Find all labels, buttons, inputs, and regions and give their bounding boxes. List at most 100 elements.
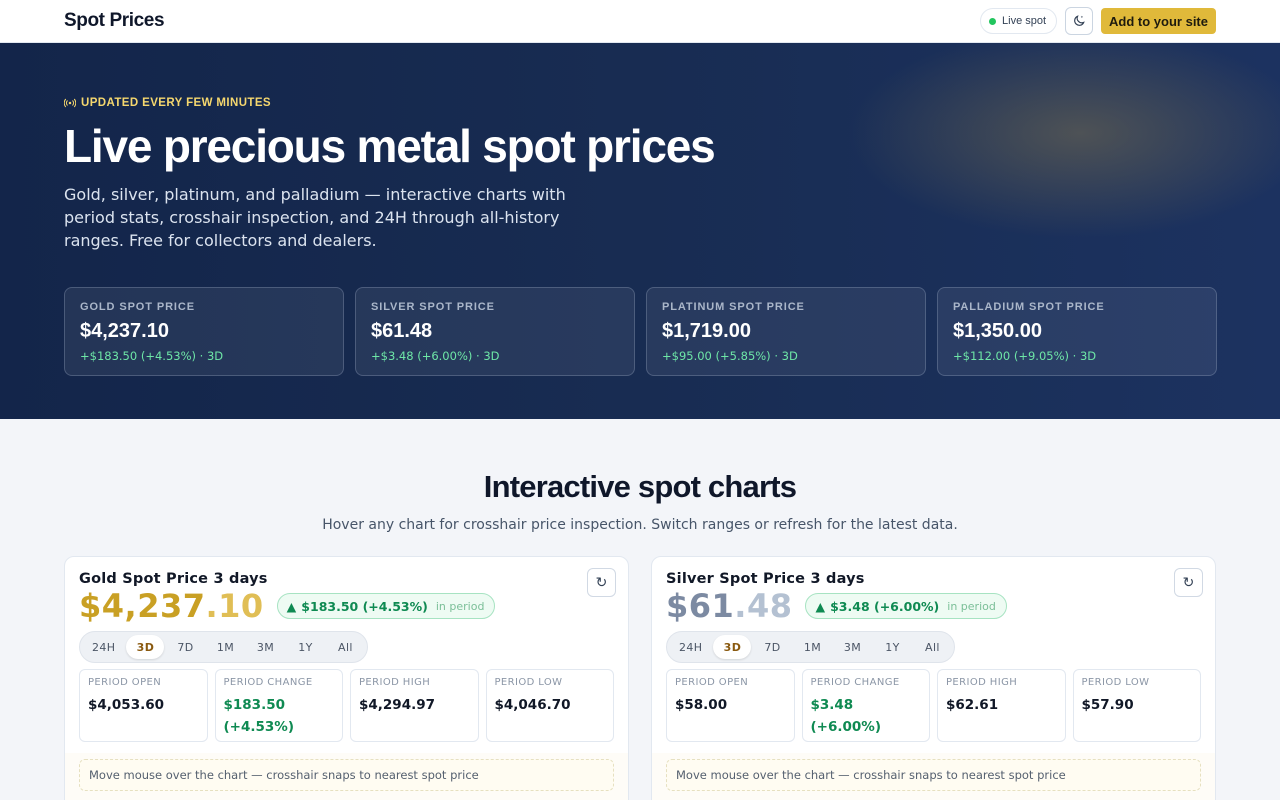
metal-summary-row: GOLD SPOT PRICE $4,237.10 +$183.50 (+4.5…: [64, 287, 1217, 376]
brand-logo[interactable]: Spot Prices: [64, 10, 165, 32]
range-tab-1m[interactable]: 1M: [206, 635, 244, 659]
range-tab-24h[interactable]: 24H: [670, 635, 711, 659]
stat-label: PERIOD LOW: [494, 677, 563, 688]
current-price: $4,237.10: [79, 587, 264, 625]
current-price: $61.48: [666, 587, 792, 625]
change-value: $183.50 (+4.53%): [301, 598, 428, 614]
stat-value: $4,294.97: [359, 697, 436, 713]
price-decimal: .48: [734, 587, 793, 625]
price-row: $61.48 ▲ $3.48 (+6.00%) in period: [666, 587, 1201, 625]
metal-price: $4,237.10: [80, 320, 169, 342]
range-tab-24h[interactable]: 24H: [83, 635, 124, 659]
metal-price: $61.48: [371, 320, 433, 342]
stat-label: PERIOD CHANGE: [810, 677, 900, 688]
stat-value: $58.00: [675, 697, 728, 713]
stat-label: PERIOD LOW: [1081, 677, 1150, 688]
metal-label: GOLD SPOT PRICE: [80, 301, 195, 313]
crosshair-hint: Move mouse over the chart — crosshair sn…: [666, 759, 1201, 791]
period-change-badge: ▲ $3.48 (+6.00%) in period: [805, 593, 1007, 619]
range-tabs: 24H 3D 7D 1M 3M 1Y All: [79, 631, 369, 663]
metal-label: SILVER SPOT PRICE: [371, 301, 495, 313]
eyebrow: UPDATED EVERY FEW MINUTES: [64, 97, 1216, 109]
section-title: Interactive spot charts: [483, 469, 797, 504]
metal-change: +$183.50 (+4.53%) · 3D: [80, 349, 224, 363]
stat-value-percent: (+6.00%): [810, 719, 882, 735]
metal-change: +$95.00 (+5.85%) · 3D: [662, 349, 798, 363]
metal-card-gold[interactable]: GOLD SPOT PRICE $4,237.10 +$183.50 (+4.5…: [64, 287, 344, 376]
stat-value: $4,046.70: [494, 697, 571, 713]
metal-card-palladium[interactable]: PALLADIUM SPOT PRICE $1,350.00 +$112.00 …: [937, 287, 1217, 376]
stat-value: $62.61: [946, 697, 999, 713]
hero-section: UPDATED EVERY FEW MINUTES Live precious …: [0, 43, 1280, 419]
range-tab-all[interactable]: All: [913, 635, 951, 659]
stat-value: $3.48 (+6.00%): [811, 694, 922, 738]
change-suffix: in period: [435, 599, 485, 613]
metal-price: $1,350.00: [953, 320, 1042, 342]
range-tab-1y[interactable]: 1Y: [286, 635, 324, 659]
metal-card-silver[interactable]: SILVER SPOT PRICE $61.48 +$3.48 (+6.00%)…: [355, 287, 635, 376]
stat-label: PERIOD CHANGE: [223, 677, 313, 688]
range-tab-1m[interactable]: 1M: [793, 635, 831, 659]
range-tab-3d[interactable]: 3D: [126, 635, 165, 659]
range-tab-3m[interactable]: 3M: [246, 635, 284, 659]
stat-value: $183.50 (+4.53%): [224, 694, 335, 738]
nav-actions: Live spot Add to your site: [980, 7, 1216, 35]
range-tabs: 24H 3D 7D 1M 3M 1Y All: [666, 631, 956, 663]
stat-period-high: PERIOD HIGH $4,294.97: [350, 669, 479, 742]
stat-value-percent: (+4.53%): [223, 719, 295, 735]
section-subtitle: Hover any chart for crosshair price insp…: [322, 517, 958, 533]
price-decimal: .10: [205, 587, 264, 625]
change-suffix: in period: [947, 599, 996, 613]
chart-title: Silver Spot Price 3 days: [666, 571, 865, 587]
stat-value-amount: $3.48: [810, 697, 854, 713]
period-stats: PERIOD OPEN $4,053.60 PERIOD CHANGE $183…: [79, 669, 614, 742]
stat-label: PERIOD HIGH: [359, 677, 431, 688]
chart-card-silver: Silver Spot Price 3 days ↻ $61.48 ▲ $3.4…: [651, 556, 1216, 800]
range-tab-7d[interactable]: 7D: [753, 635, 791, 659]
metal-label: PLATINUM SPOT PRICE: [662, 301, 805, 313]
stat-period-change: PERIOD CHANGE $183.50 (+4.53%): [214, 669, 343, 742]
range-tab-7d[interactable]: 7D: [166, 635, 204, 659]
crosshair-hint: Move mouse over the chart — crosshair sn…: [79, 759, 614, 791]
stat-period-low: PERIOD LOW $4,046.70: [485, 669, 614, 742]
stat-value: $57.90: [1081, 697, 1134, 713]
range-tab-3d[interactable]: 3D: [713, 635, 752, 659]
period-stats: PERIOD OPEN $58.00 PERIOD CHANGE $3.48 (…: [666, 669, 1201, 742]
price-row: $4,237.10 ▲ $183.50 (+4.53%) in period: [79, 587, 614, 625]
moon-icon: [1074, 15, 1085, 26]
range-tab-all[interactable]: All: [326, 635, 364, 659]
metal-change: +$112.00 (+9.05%) · 3D: [953, 349, 1097, 363]
chart-title: Gold Spot Price 3 days: [79, 571, 268, 587]
stat-label: PERIOD OPEN: [675, 677, 749, 688]
stat-period-high: PERIOD HIGH $62.61: [937, 669, 1066, 742]
period-change-badge: ▲ $183.50 (+4.53%) in period: [276, 593, 496, 619]
broadcast-icon: [64, 98, 76, 108]
price-integer: $61: [666, 587, 735, 625]
stat-period-low: PERIOD LOW $57.90: [1072, 669, 1201, 742]
hero-title: Live precious metal spot prices: [64, 120, 716, 172]
metal-price: $1,719.00: [662, 320, 751, 342]
live-dot-icon: [989, 17, 997, 25]
chart-cards-row: Gold Spot Price 3 days ↻ $4,237.10 ▲ $18…: [0, 556, 1280, 800]
change-value: $3.48 (+6.00%): [830, 598, 940, 614]
up-arrow-icon: ▲: [286, 598, 297, 614]
price-integer: $4,237: [79, 587, 206, 625]
stat-period-open: PERIOD OPEN $58.00: [666, 669, 795, 742]
live-spot-badge: Live spot: [980, 8, 1058, 34]
range-tab-3m[interactable]: 3M: [833, 635, 871, 659]
top-nav: Spot Prices Live spot Add to your site: [0, 0, 1280, 43]
chart-card-gold: Gold Spot Price 3 days ↻ $4,237.10 ▲ $18…: [64, 556, 629, 800]
range-tab-1y[interactable]: 1Y: [873, 635, 911, 659]
stat-period-change: PERIOD CHANGE $3.48 (+6.00%): [801, 669, 930, 742]
metal-card-platinum[interactable]: PLATINUM SPOT PRICE $1,719.00 +$95.00 (+…: [646, 287, 926, 376]
metal-label: PALLADIUM SPOT PRICE: [953, 301, 1105, 313]
stat-label: PERIOD OPEN: [88, 677, 162, 688]
stat-label: PERIOD HIGH: [946, 677, 1018, 688]
stat-value: $4,053.60: [88, 697, 165, 713]
hero-subtitle: Gold, silver, platinum, and palladium — …: [64, 185, 566, 250]
eyebrow-text: UPDATED EVERY FEW MINUTES: [81, 97, 271, 109]
theme-toggle-button[interactable]: [1065, 7, 1094, 35]
up-arrow-icon: ▲: [815, 598, 826, 614]
stat-period-open: PERIOD OPEN $4,053.60: [79, 669, 208, 742]
add-to-site-button[interactable]: Add to your site: [1101, 8, 1216, 34]
